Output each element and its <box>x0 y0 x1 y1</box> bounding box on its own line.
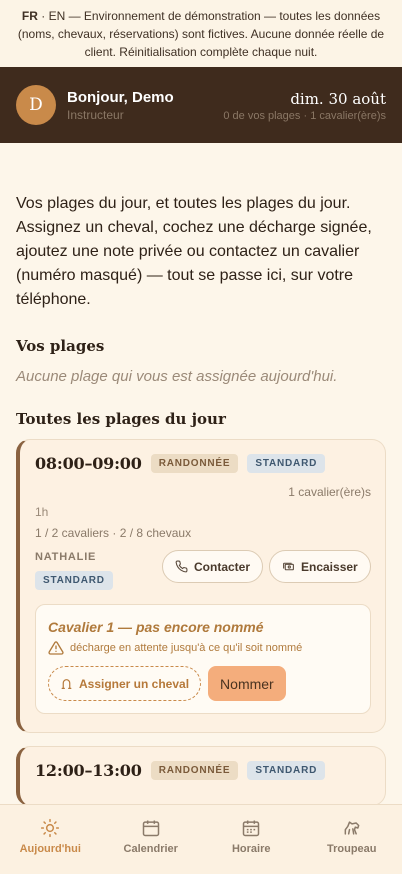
avatar[interactable]: D <box>16 85 56 125</box>
greeting: Bonjour, Demo <box>67 88 174 106</box>
contact-button[interactable]: Contacter <box>162 550 264 583</box>
lang-en[interactable]: EN <box>49 9 66 23</box>
name-rider-button[interactable]: Nommer <box>208 666 286 701</box>
my-slots-empty: Aucune plage qui vous est assignée aujou… <box>16 368 338 385</box>
warning-icon <box>48 641 64 655</box>
rider-title: Cavalier 1 — pas encore nommé <box>48 619 264 635</box>
slot-level-tag: STANDARD <box>247 761 326 780</box>
tab-schedule[interactable]: Horaire <box>201 805 302 874</box>
rider-box: Cavalier 1 — pas encore nommé décharge e… <box>35 604 371 714</box>
slot-time: 08:00–09:00 <box>35 454 142 473</box>
banner-text: — Environnement de démonstration — toute… <box>17 9 385 59</box>
sun-icon <box>41 818 60 838</box>
riders-count: 1 cavalier(ère)s <box>288 485 371 499</box>
cash-icon <box>283 562 294 571</box>
header-counts: 0 de vos plages · 1 cavalier(ère)s <box>223 110 386 122</box>
demo-banner: FR · EN — Environnement de démonstration… <box>0 0 402 67</box>
user-role: Instructeur <box>67 107 124 122</box>
slot-time: 12:00–13:00 <box>35 761 142 780</box>
bottom-tab-bar: Aujourd'hui Calendrier Horaire Troupeau <box>0 804 402 874</box>
tab-herd[interactable]: Troupeau <box>302 805 402 874</box>
schedule-icon <box>243 820 260 837</box>
instructor-name: NATHALIE <box>35 551 97 563</box>
assign-horse-button[interactable]: Assigner un cheval <box>48 666 202 701</box>
tab-calendar[interactable]: Calendrier <box>101 805 202 874</box>
slot-card[interactable]: 08:00–09:00 RANDONNÉE STANDARD 1 cavalie… <box>16 439 386 733</box>
horse-icon <box>344 821 360 835</box>
slot-type-tag: RANDONNÉE <box>150 761 239 780</box>
current-date: dim. 30 août <box>290 90 386 108</box>
slot-level-tag: STANDARD <box>247 454 326 473</box>
tab-today[interactable]: Aujourd'hui <box>0 805 101 874</box>
slot-duration: 1h <box>35 505 49 519</box>
cash-button[interactable]: Encaisser <box>269 550 371 583</box>
waiver-warning: décharge en attente jusqu'à ce qu'il soi… <box>70 642 303 654</box>
calendar-icon <box>142 820 159 837</box>
slot-capacity: 1 / 2 cavaliers · 2 / 8 chevaux <box>35 526 192 540</box>
my-slots-title: Vos plages <box>16 337 105 355</box>
phone-icon <box>175 560 188 573</box>
instructor-level-tag: STANDARD <box>35 571 113 590</box>
app-header: D Bonjour, Demo Instructeur dim. 30 août… <box>0 67 402 143</box>
horseshoe-icon <box>61 679 72 689</box>
lang-fr[interactable]: FR <box>22 9 38 23</box>
all-slots-title: Toutes les plages du jour <box>16 410 226 428</box>
slot-card[interactable]: 12:00–13:00 RANDONNÉE STANDARD <box>16 746 386 806</box>
intro-text: Vos plages du jour, et toutes les plages… <box>16 195 372 308</box>
slot-type-tag: RANDONNÉE <box>150 454 239 473</box>
